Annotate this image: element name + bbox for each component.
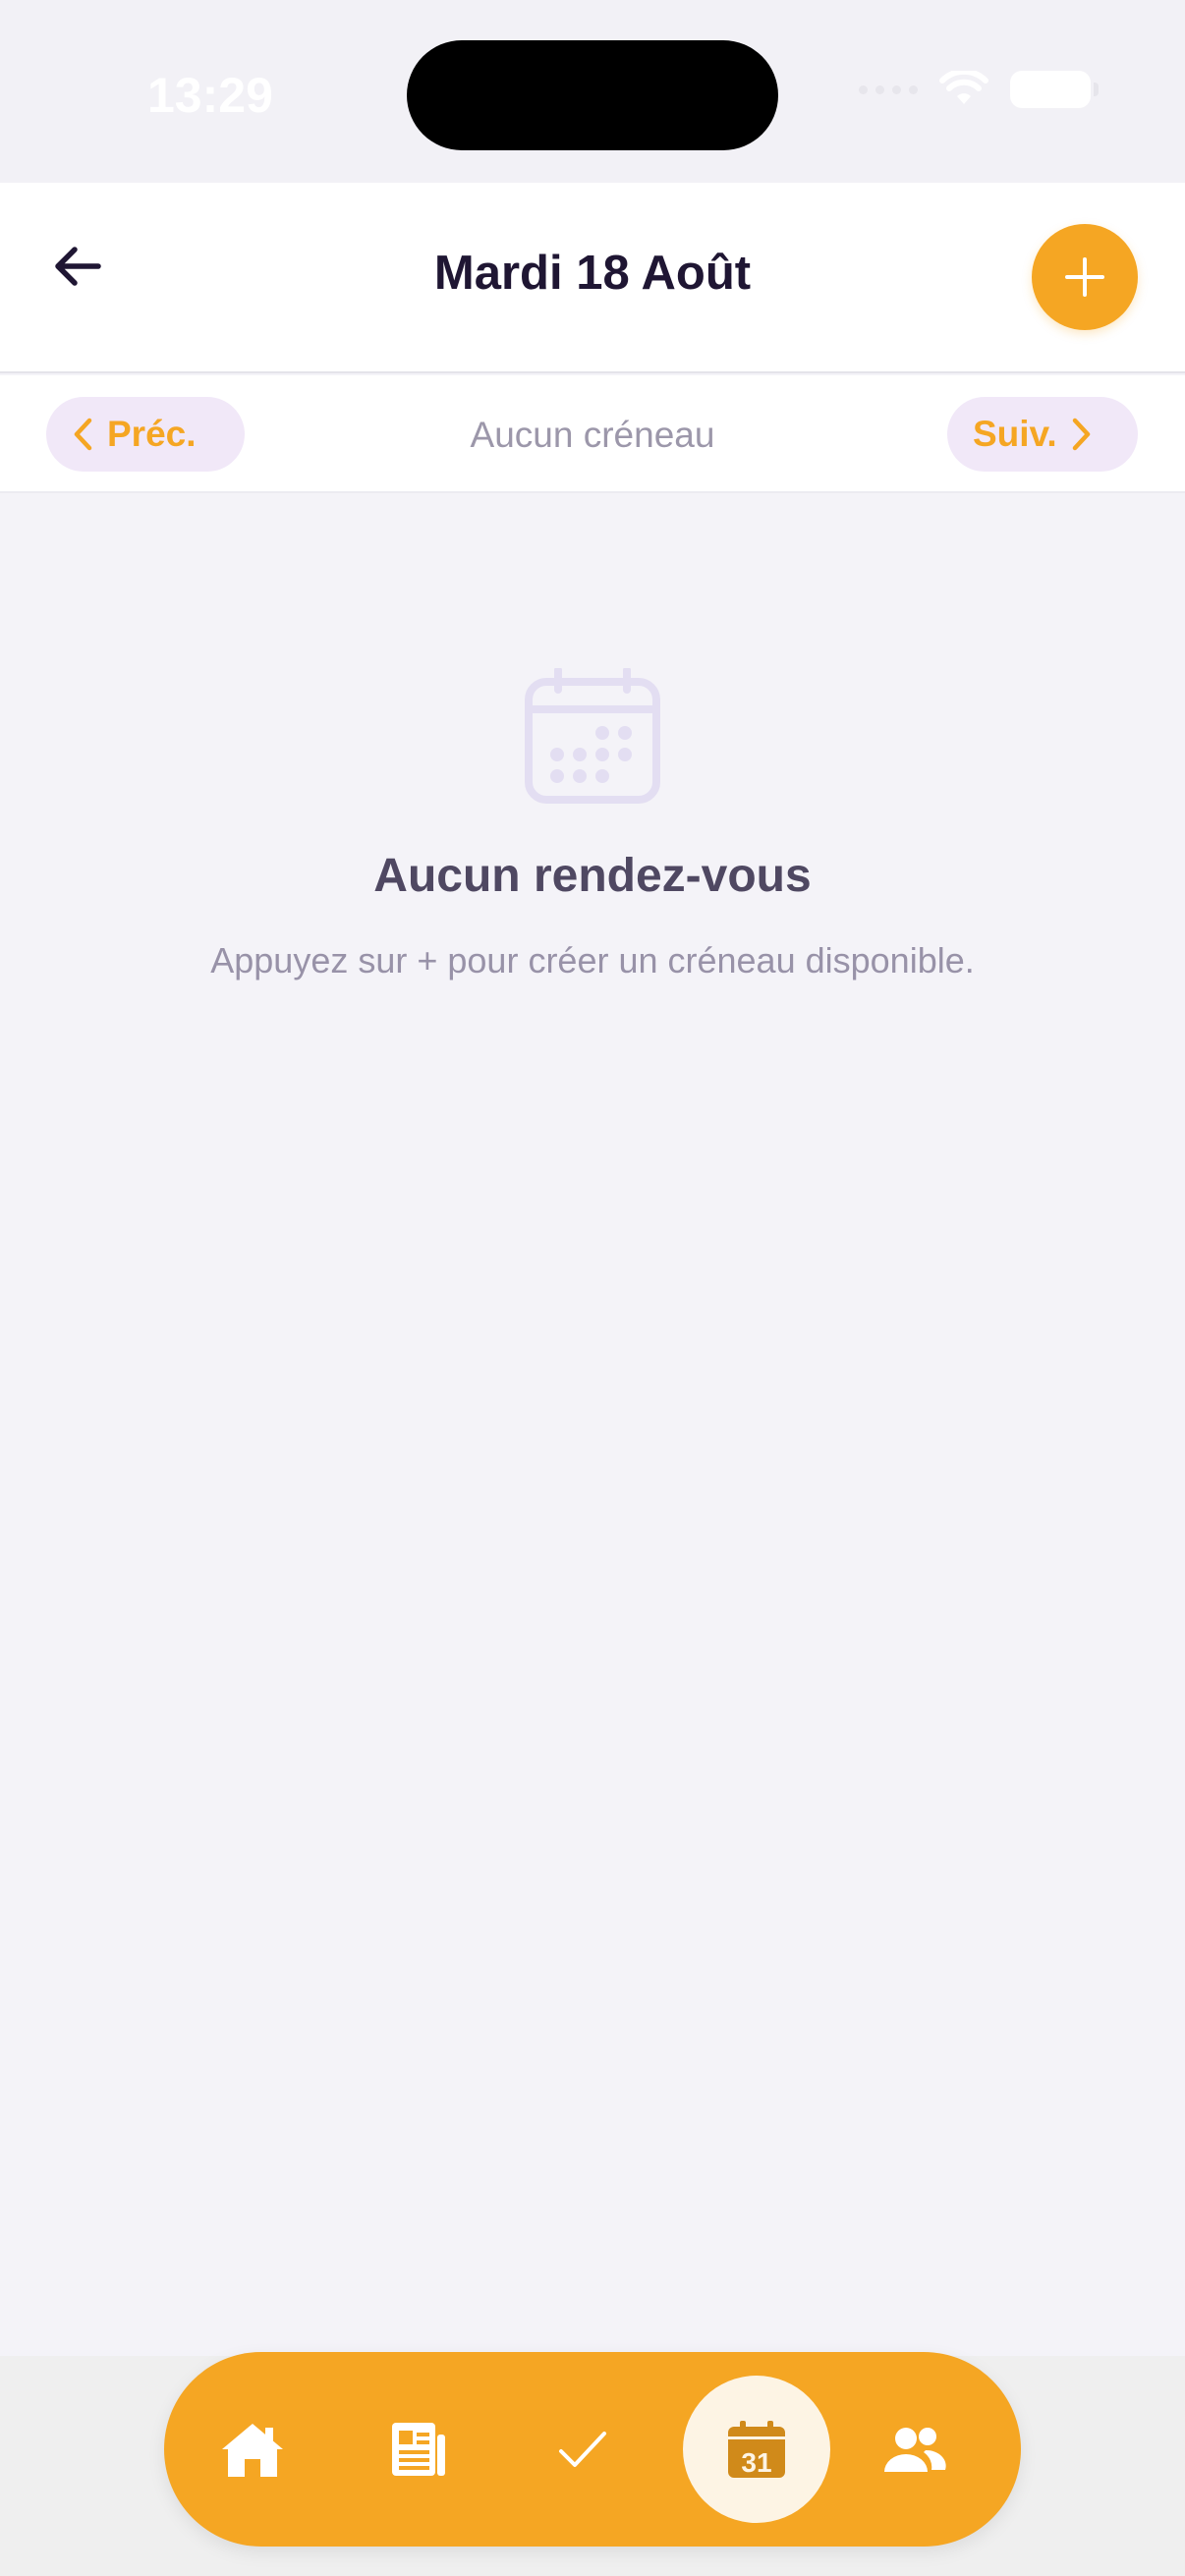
- calendar-31-icon: 31: [728, 2421, 785, 2478]
- battery-icon: [1010, 71, 1099, 108]
- tab-bar: 31: [164, 2352, 1021, 2547]
- next-day-label: Suiv.: [973, 414, 1057, 454]
- users-icon: [884, 2428, 946, 2472]
- tab-contacts[interactable]: [841, 2352, 988, 2547]
- home-icon: [222, 2424, 283, 2477]
- dynamic-island: [407, 40, 778, 150]
- cellular-icon: [859, 84, 918, 94]
- chevron-right-icon: [1072, 418, 1090, 451]
- empty-state: Aucun rendez-vous Appuyez sur + pour cré…: [0, 668, 1185, 981]
- active-tab-bubble: 31: [683, 2376, 830, 2523]
- nav-header: Mardi 18 Août: [0, 183, 1185, 373]
- tab-home[interactable]: [179, 2352, 326, 2547]
- status-time: 13:29: [147, 68, 273, 123]
- status-icons: [859, 71, 1099, 108]
- plus-icon: [1065, 257, 1104, 297]
- day-navigation: Préc. Aucun créneau Suiv.: [0, 375, 1185, 493]
- status-bar: 13:29: [0, 0, 1185, 183]
- calendar-icon: [525, 668, 660, 804]
- empty-state-title: Aucun rendez-vous: [373, 850, 812, 902]
- tab-calendar[interactable]: 31: [683, 2352, 830, 2547]
- add-slot-button[interactable]: [1032, 224, 1138, 330]
- newspaper-icon: [392, 2423, 445, 2476]
- tab-news[interactable]: [344, 2352, 491, 2547]
- page-title: Mardi 18 Août: [433, 247, 752, 300]
- empty-state-subtitle: Appuyez sur + pour créer un créneau disp…: [210, 940, 975, 980]
- next-day-button[interactable]: Suiv.: [947, 397, 1138, 472]
- wifi-icon: [939, 71, 988, 104]
- calendar-day-number: 31: [741, 2447, 771, 2478]
- check-icon: [559, 2432, 606, 2467]
- tab-tasks[interactable]: [509, 2352, 656, 2547]
